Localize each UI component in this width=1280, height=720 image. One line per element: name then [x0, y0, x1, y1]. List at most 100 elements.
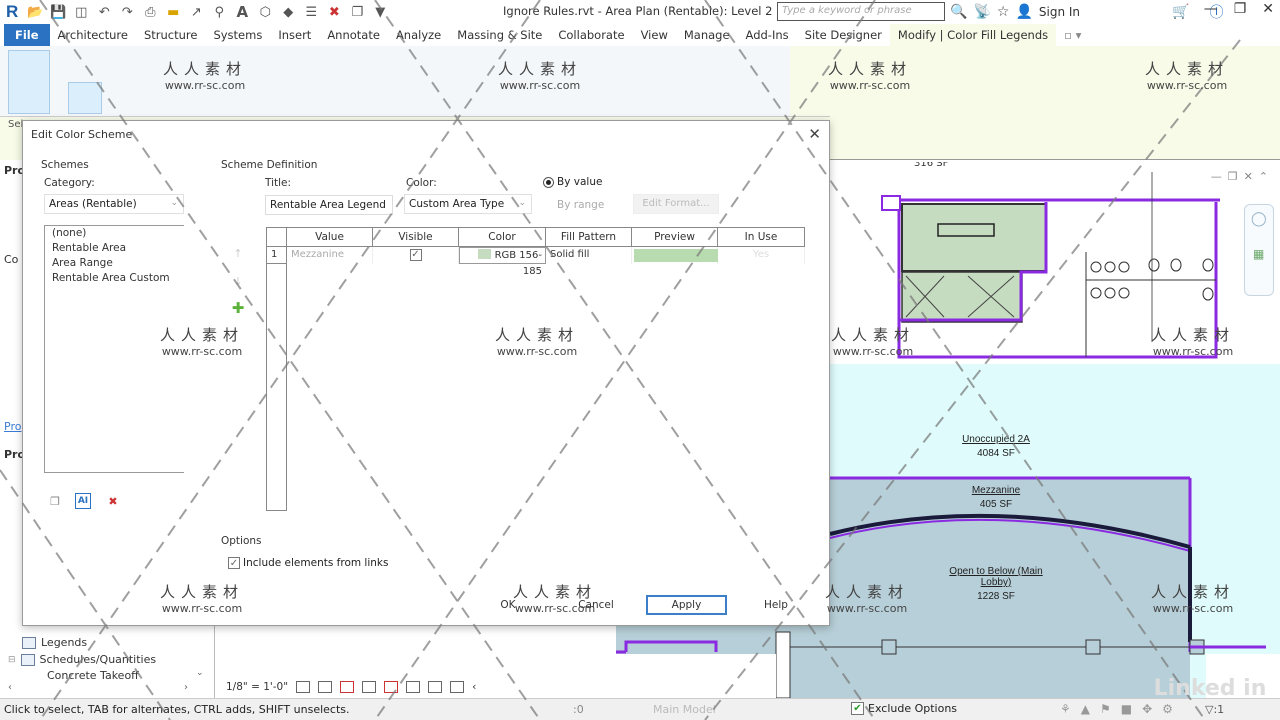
tab-massing-site[interactable]: Massing & Site	[449, 24, 550, 46]
tab-view[interactable]: View	[633, 24, 676, 46]
crop-view-icon[interactable]	[362, 681, 377, 693]
tab-add-ins[interactable]: Add-Ins	[738, 24, 797, 46]
by-value-radio[interactable]: By value	[543, 176, 602, 188]
aligned-dimension-icon[interactable]: ↗	[187, 3, 205, 21]
print-icon[interactable]: ⎙	[141, 3, 159, 21]
tab-modify-color-fill-legends[interactable]: Modify | Color Fill Legends	[889, 24, 1057, 46]
category-dropdown[interactable]: Areas (Rentable) ⌄	[44, 194, 184, 214]
select-by-face-icon[interactable]: ■	[1121, 702, 1132, 716]
drag-elements-icon[interactable]: ✥	[1142, 702, 1152, 716]
room-label-open-to-below[interactable]: Open to Below (Main Lobby) 1228 SF	[940, 566, 1052, 602]
open-icon[interactable]: 📂	[26, 3, 44, 21]
scheme-item-rentable-area-custom[interactable]: Rentable Area Custom	[45, 271, 184, 286]
cart-icon[interactable]: 🛒	[1172, 4, 1189, 20]
exclude-options-toggle[interactable]: ✔ Exclude Options	[851, 702, 957, 715]
hide-isolate-icon[interactable]	[384, 681, 399, 693]
detail-level-icon[interactable]	[296, 681, 311, 693]
zoom-region-icon[interactable]: ▦	[1253, 247, 1264, 261]
select-underlay-icon[interactable]: ▲	[1081, 702, 1090, 716]
delete-scheme-icon[interactable]: ✖	[105, 493, 121, 509]
table-row[interactable]: 1 Mezzanine ✓ RGB 156-185 Solid fill Yes	[267, 247, 805, 277]
tag-icon[interactable]: ⚲	[210, 3, 228, 21]
properties-help-link[interactable]: Pro	[4, 420, 21, 433]
dialog-close-icon[interactable]: ✕	[808, 125, 821, 143]
tab-insert[interactable]: Insert	[270, 24, 319, 46]
col-color[interactable]: Color	[459, 228, 546, 246]
add-value-icon[interactable]: ✚	[230, 299, 246, 317]
tree-item-concrete-takeoff[interactable]: Concrete Takeoff	[47, 669, 139, 682]
view-bar-scroll-icon[interactable]: ‹	[472, 681, 476, 693]
analytical-model-icon[interactable]	[450, 681, 465, 693]
star-icon[interactable]: ☆	[997, 4, 1010, 20]
customize-qat-icon[interactable]: ▼	[371, 3, 389, 21]
legend-title-input[interactable]: Rentable Area Legend	[265, 195, 393, 215]
tab-site-designer[interactable]: Site Designer	[797, 24, 890, 46]
switch-windows-icon[interactable]: ❐	[348, 3, 366, 21]
scroll-right-icon[interactable]: ›	[184, 682, 188, 693]
cell-value[interactable]: Mezzanine	[287, 247, 373, 264]
room-label-mezzanine[interactable]: Mezzanine 405 SF	[946, 485, 1046, 510]
scheme-item-area-range[interactable]: Area Range	[45, 256, 184, 271]
user-icon[interactable]: 👤	[1015, 4, 1032, 20]
scroll-left-icon[interactable]: ‹	[8, 682, 12, 693]
select-pinned-icon[interactable]: ⚑	[1100, 702, 1111, 716]
col-value[interactable]: Value	[287, 228, 373, 246]
tree-item-legends[interactable]: Legends	[22, 636, 87, 649]
design-option-model[interactable]: Main Model	[653, 703, 716, 716]
steering-wheel-icon[interactable]: ◯	[1251, 211, 1267, 227]
minimize-icon[interactable]: —	[1204, 1, 1218, 17]
apply-button[interactable]: Apply	[646, 595, 727, 615]
cell-visible[interactable]: ✓	[373, 247, 459, 264]
redo-icon[interactable]: ↷	[118, 3, 136, 21]
edit-format-button[interactable]: Edit Format...	[633, 194, 719, 214]
col-visible[interactable]: Visible	[373, 228, 459, 246]
tree-item-schedules[interactable]: ⊟ Schedules/Quantities	[8, 653, 156, 666]
visual-style-icon[interactable]	[318, 681, 333, 693]
tab-architecture[interactable]: Architecture	[50, 24, 136, 46]
move-up-icon[interactable]: ↑	[230, 245, 246, 261]
col-fill-pattern[interactable]: Fill Pattern	[546, 228, 632, 246]
move-down-icon[interactable]: ↓	[230, 273, 246, 289]
ok-button[interactable]: OK	[468, 595, 548, 615]
exclude-options-checkbox[interactable]: ✔	[851, 702, 864, 715]
rename-scheme-icon[interactable]: AI	[75, 493, 91, 509]
scheme-item-rentable-area[interactable]: Rentable Area	[45, 241, 184, 256]
close-hidden-icon[interactable]: ✖	[325, 3, 343, 21]
ribbon-minimize-icon[interactable]: ▫ ▾	[1056, 24, 1089, 46]
reveal-hidden-icon[interactable]	[406, 681, 421, 693]
revit-logo[interactable]: R	[6, 2, 18, 22]
select-links-icon[interactable]: ⚘	[1060, 702, 1071, 716]
3d-view-icon[interactable]: ⬡	[256, 3, 274, 21]
col-preview[interactable]: Preview	[632, 228, 718, 246]
tab-systems[interactable]: Systems	[205, 24, 270, 46]
collapse-icon[interactable]: ⊟	[8, 655, 16, 665]
filter-count[interactable]: ▽:1	[1205, 703, 1224, 716]
color-parameter-dropdown[interactable]: Custom Area Type ⌄	[404, 194, 532, 214]
select-tool-button[interactable]	[68, 82, 102, 114]
visible-checkbox[interactable]: ✓	[409, 249, 422, 261]
col-in-use[interactable]: In Use	[718, 228, 805, 246]
save-icon[interactable]: 💾	[49, 3, 67, 21]
room-label-unoccupied-2a[interactable]: Unoccupied 2A 4084 SF	[946, 434, 1046, 459]
include-links-checkbox[interactable]: ✓	[228, 557, 240, 569]
binoculars-icon[interactable]: 🔍	[950, 4, 967, 20]
cell-fill-pattern[interactable]: Solid fill	[546, 247, 632, 264]
scheme-item-none[interactable]: (none)	[45, 226, 184, 241]
sign-in-link[interactable]: Sign In	[1039, 5, 1080, 19]
temporary-properties-icon[interactable]	[428, 681, 443, 693]
scroll-down-icon[interactable]: ⌄	[196, 668, 204, 678]
thin-lines-icon[interactable]: ☰	[302, 3, 320, 21]
search-input[interactable]: Type a keyword or phrase	[777, 2, 945, 21]
restore-icon[interactable]: ❐	[1234, 1, 1247, 17]
cancel-button[interactable]: Cancel	[556, 595, 636, 615]
sync-icon[interactable]: ◫	[72, 3, 90, 21]
view-scale[interactable]: 1/8" = 1'-0"	[226, 681, 288, 693]
tab-analyze[interactable]: Analyze	[388, 24, 449, 46]
satellite-icon[interactable]: 📡	[973, 4, 990, 20]
close-icon[interactable]: ✕	[1262, 1, 1274, 17]
by-range-radio[interactable]: By range	[557, 199, 604, 211]
tab-annotate[interactable]: Annotate	[319, 24, 388, 46]
cell-color[interactable]: RGB 156-185	[459, 247, 546, 277]
section-icon[interactable]: ◆	[279, 3, 297, 21]
sun-path-icon[interactable]	[340, 681, 355, 693]
